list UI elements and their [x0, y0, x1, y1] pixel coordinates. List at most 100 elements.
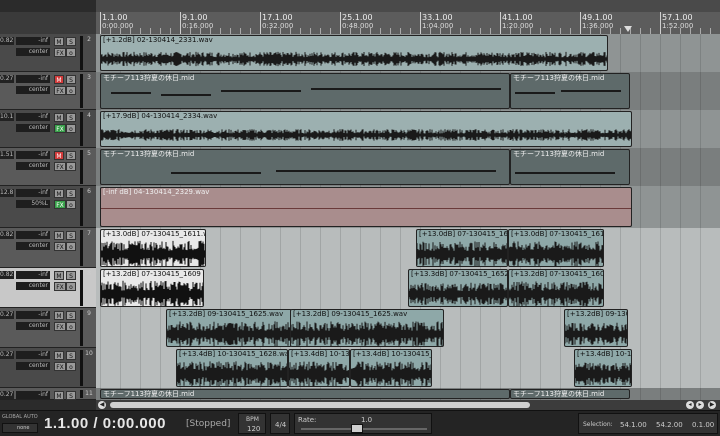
fx-button[interactable]: FX [54, 200, 66, 209]
io-button[interactable]: o [66, 322, 76, 331]
media-item[interactable]: [+13.2dB] 09-1304... [564, 309, 628, 347]
track-field[interactable]: 0.27 [0, 75, 14, 83]
track-header-11[interactable]: 0.27 -inf M S 11 [0, 388, 96, 400]
media-item[interactable]: モチーフ113狩夏の休日.mid [100, 389, 510, 399]
media-item[interactable]: モチーフ113狩夏の休日.mid [510, 389, 630, 399]
track-field[interactable]: 0.82 [0, 271, 14, 279]
fx-button[interactable]: FX [54, 322, 66, 331]
media-item[interactable]: [+13.0dB] 07-130415_1611.wav [100, 229, 206, 267]
mute-button[interactable]: M [54, 311, 64, 320]
mute-button[interactable]: M [54, 189, 64, 198]
pan-readout[interactable]: center [16, 124, 50, 132]
volume-readout[interactable]: -inf [16, 113, 50, 121]
mute-button[interactable]: M [54, 231, 64, 240]
media-item[interactable]: [+13.0dB] 07-130415_1611.w [508, 229, 604, 267]
timesig-display[interactable]: 4/4 [270, 413, 290, 434]
fx-button[interactable]: FX [54, 282, 66, 291]
media-item[interactable]: [+13.2dB] 07-130415_1609... [508, 269, 604, 307]
pan-readout[interactable]: center [16, 282, 50, 290]
rate-slider-track[interactable] [301, 428, 427, 430]
horizontal-scrollbar[interactable]: ◀ ◂ ▸ ▶ [96, 400, 720, 410]
volume-readout[interactable]: -inf [16, 391, 50, 399]
track-header-9[interactable]: 0.27 -inf center M S FX o 9 [0, 308, 96, 348]
volume-readout[interactable]: -inf [16, 351, 50, 359]
solo-button[interactable]: S [66, 351, 76, 360]
time-display[interactable]: 1.1.00 / 0:00.000 [44, 415, 166, 432]
io-button[interactable]: o [66, 86, 76, 95]
edit-cursor-marker[interactable] [624, 26, 632, 32]
mute-button[interactable]: M [54, 271, 64, 280]
io-button[interactable]: o [66, 162, 76, 171]
fx-button[interactable]: FX [54, 124, 66, 133]
fx-button[interactable]: FX [54, 162, 66, 171]
mute-button[interactable]: M [54, 113, 64, 122]
media-item[interactable]: モチーフ113狩夏の休日.mid [100, 73, 510, 109]
solo-button[interactable]: S [66, 151, 76, 160]
scroll-right-icon[interactable]: ▶ [708, 401, 716, 409]
track-header-8[interactable]: 0.82 -inf center M S FX o 8 [0, 268, 96, 308]
media-item[interactable]: モチーフ113狩夏の休日.mid [100, 149, 510, 185]
volume-readout[interactable]: -inf [16, 271, 50, 279]
arrange-view[interactable]: [+1.2dB] 02-130414_2331.wav モチーフ113狩夏の休日.… [96, 34, 720, 400]
volume-readout[interactable]: -inf [16, 151, 50, 159]
media-item[interactable]: [+13.4dB] 10-1304... [574, 349, 632, 387]
pan-readout[interactable]: 50%L [16, 200, 50, 208]
media-item[interactable]: [+13.4dB] 10-130415_1628.wav [350, 349, 432, 387]
track-header-4[interactable]: 10.1 -inf center M S FX o 4 [0, 110, 96, 148]
track-header-6[interactable]: 12.8 -inf 50%L M S FX o 6 [0, 186, 96, 228]
volume-readout[interactable]: -inf [16, 311, 50, 319]
selection-display[interactable]: Selection: 54.1.00 54.2.00 0.1.00 [578, 413, 718, 434]
scrollbar-thumb[interactable] [110, 402, 530, 408]
mute-button[interactable]: M [54, 151, 64, 160]
media-item[interactable]: [+13.4dB] 10-130415_1628.wav [176, 349, 288, 387]
mute-button[interactable]: M [54, 351, 64, 360]
volume-readout[interactable]: -inf [16, 37, 50, 45]
pan-readout[interactable]: center [16, 362, 50, 370]
region-lane[interactable] [96, 0, 720, 12]
track-field[interactable]: 0.27 [0, 311, 14, 319]
solo-button[interactable]: S [66, 391, 76, 400]
pan-readout[interactable]: center [16, 86, 50, 94]
fx-button[interactable]: FX [54, 86, 66, 95]
solo-button[interactable]: S [66, 113, 76, 122]
volume-readout[interactable]: -inf [16, 189, 50, 197]
track-header-2[interactable]: 0.82 -inf center M S FX o 2 [0, 34, 96, 72]
volume-readout[interactable]: -inf [16, 75, 50, 83]
media-item[interactable]: [-inf dB] 04-130414_2329.wav [100, 187, 632, 227]
track-field[interactable]: 0.82 [0, 231, 14, 239]
track-header-10[interactable]: 0.27 -inf center M S FX o 10 [0, 348, 96, 388]
media-item[interactable]: モチーフ113狩夏の休日.mid [510, 73, 630, 109]
mute-button[interactable]: M [54, 75, 64, 84]
track-field[interactable]: 0.27 [0, 351, 14, 359]
track-field[interactable]: 0.27 [0, 391, 14, 399]
media-item[interactable]: [+13.4dB] 10-13... [288, 349, 350, 387]
zoom-in-icon[interactable]: ▸ [696, 401, 704, 409]
media-item[interactable]: [+13.2dB] 07-130415_1609 [100, 269, 204, 307]
solo-button[interactable]: S [66, 271, 76, 280]
scroll-left-icon[interactable]: ◀ [98, 401, 106, 409]
track-field[interactable]: 0.82 [0, 37, 14, 45]
track-header-5[interactable]: 1.51 -inf center M S FX o 5 [0, 148, 96, 186]
media-item[interactable]: [+17.9dB] 04-130414_2334.wav [100, 111, 632, 147]
track-header-7[interactable]: 0.82 -inf center M S FX o 7 [0, 228, 96, 268]
io-button[interactable]: o [66, 362, 76, 371]
bpm-display[interactable]: BPM 120 [238, 413, 266, 434]
io-button[interactable]: o [66, 124, 76, 133]
fx-button[interactable]: FX [54, 48, 66, 57]
media-item[interactable]: モチーフ113狩夏の休日.mid [510, 149, 630, 185]
track-header-3[interactable]: 0.27 -inf center M S FX o 3 [0, 72, 96, 110]
io-button[interactable]: o [66, 200, 76, 209]
mute-button[interactable]: M [54, 37, 64, 46]
mute-button[interactable]: M [54, 391, 64, 400]
pan-readout[interactable]: center [16, 322, 50, 330]
solo-button[interactable]: S [66, 37, 76, 46]
pan-readout[interactable]: center [16, 162, 50, 170]
solo-button[interactable]: S [66, 189, 76, 198]
media-item[interactable]: [+13.2dB] 09-130415_1625.wav [290, 309, 444, 347]
solo-button[interactable]: S [66, 311, 76, 320]
solo-button[interactable]: S [66, 75, 76, 84]
media-item[interactable]: [+13.0dB] 07-130415_1653... [416, 229, 508, 267]
media-item[interactable]: [+13.2dB] 09-130415_1625.wav [166, 309, 292, 347]
solo-button[interactable]: S [66, 231, 76, 240]
timeline-ruler[interactable]: 1.1.00 0:00.000 9.1.00 0:16.000 17.1.00 0:32.… [96, 0, 720, 35]
